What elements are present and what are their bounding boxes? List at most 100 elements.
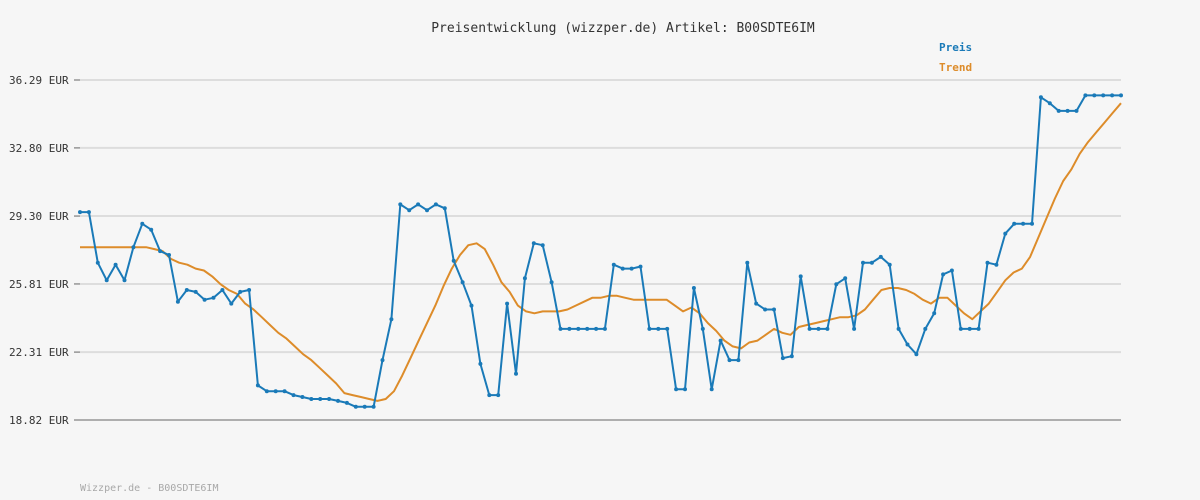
data-point-preis	[602, 326, 607, 331]
data-point-preis	[869, 260, 874, 265]
data-point-preis	[140, 221, 145, 226]
data-point-preis	[184, 288, 189, 292]
data-point-preis	[611, 262, 616, 267]
data-point-preis	[807, 326, 812, 331]
data-point-preis	[1021, 221, 1026, 226]
data-point-preis	[220, 288, 225, 292]
data-point-preis	[647, 326, 652, 331]
data-point-preis	[540, 243, 545, 248]
y-tick-label: 32.80 EUR	[9, 142, 69, 155]
data-point-preis	[691, 286, 696, 290]
data-point-preis	[487, 393, 492, 398]
data-point-preis	[745, 260, 750, 265]
data-point-preis	[113, 262, 118, 267]
data-point-preis	[416, 202, 421, 207]
data-point-preis	[887, 262, 892, 267]
data-point-preis	[380, 358, 385, 363]
data-point-preis	[318, 397, 323, 401]
chart-title: Preisentwicklung (wizzper.de) Artikel: B…	[431, 21, 815, 36]
data-point-preis	[371, 404, 376, 409]
data-point-preis	[442, 206, 447, 211]
data-point-preis	[594, 326, 599, 331]
y-tick-label: 25.81 EUR	[9, 278, 69, 291]
data-point-preis	[531, 241, 536, 246]
data-point-preis	[878, 254, 883, 259]
data-point-preis	[1092, 93, 1097, 98]
data-point-preis	[300, 395, 305, 399]
data-point-preis	[700, 326, 705, 331]
data-point-preis	[95, 260, 100, 265]
y-tick-label: 22.31 EUR	[9, 346, 69, 359]
data-point-preis	[896, 326, 901, 331]
data-point-preis	[923, 326, 928, 331]
data-point-preis	[798, 274, 803, 279]
data-point-preis	[994, 262, 999, 267]
data-point-preis	[772, 307, 776, 312]
data-point-preis	[1003, 231, 1008, 236]
data-point-preis	[1101, 93, 1106, 98]
data-point-preis	[843, 276, 848, 281]
legend: Preis Trend	[939, 41, 972, 74]
data-point-preis	[425, 208, 429, 213]
data-point-preis	[104, 278, 109, 283]
data-point-preis	[1038, 95, 1043, 100]
data-point-preis	[1065, 108, 1070, 113]
data-point-preis	[167, 253, 171, 257]
data-point-preis	[941, 272, 946, 277]
data-point-preis	[433, 202, 438, 207]
data-point-preis	[665, 326, 670, 331]
data-point-preis	[914, 352, 919, 357]
data-point-preis	[193, 289, 198, 294]
data-point-preis	[932, 311, 937, 316]
data-point-preis	[389, 317, 394, 322]
data-point-preis	[1030, 221, 1034, 226]
y-tick-label: 18.82 EUR	[9, 414, 69, 427]
data-point-preis	[353, 404, 358, 409]
data-point-preis	[496, 393, 501, 398]
data-point-preis	[398, 202, 403, 207]
grid-lines	[80, 79, 1121, 354]
data-point-preis	[683, 387, 687, 392]
data-point-preis	[238, 289, 243, 294]
data-point-preis	[247, 288, 252, 292]
data-point-preis	[976, 326, 981, 331]
data-point-preis	[1056, 108, 1061, 113]
data-point-preis	[834, 282, 839, 287]
data-point-preis	[754, 301, 759, 306]
footer-source: Wizzper.de - B00SDTE6IM	[80, 483, 218, 494]
data-point-preis	[736, 358, 741, 363]
data-point-preis	[478, 361, 483, 366]
data-point-preis	[709, 387, 714, 392]
data-point-preis	[727, 358, 732, 363]
data-point-preis	[131, 245, 136, 250]
data-point-preis	[255, 383, 260, 388]
data-point-preis	[327, 397, 332, 401]
data-point-preis	[1110, 93, 1115, 98]
data-point-preis	[861, 260, 865, 265]
data-point-preis	[1119, 93, 1123, 98]
data-point-preis	[780, 356, 785, 361]
data-point-preis	[469, 303, 474, 308]
y-tick-label: 36.29 EUR	[9, 74, 69, 87]
data-point-preis	[567, 326, 572, 331]
data-point-preis	[1083, 93, 1088, 98]
data-point-preis	[264, 389, 269, 394]
data-point-preis	[718, 338, 723, 343]
data-point-preis	[549, 280, 554, 285]
series-layer	[78, 93, 1123, 409]
data-point-preis	[620, 266, 625, 271]
data-point-preis	[122, 278, 127, 283]
data-point-preis	[407, 208, 412, 213]
data-point-preis	[514, 371, 518, 376]
y-tick-label: 29.30 EUR	[9, 210, 69, 223]
data-point-preis	[852, 326, 857, 331]
legend-entry-preis: Preis	[939, 41, 972, 54]
chart-container: Preisentwicklung (wizzper.de) Artikel: B…	[0, 0, 1200, 500]
data-point-preis	[505, 301, 510, 306]
data-point-preis	[291, 393, 296, 398]
data-point-preis	[158, 249, 163, 254]
data-point-preis	[1047, 101, 1052, 106]
data-point-preis	[905, 342, 910, 347]
data-point-preis	[949, 268, 954, 273]
data-point-preis	[558, 326, 563, 331]
